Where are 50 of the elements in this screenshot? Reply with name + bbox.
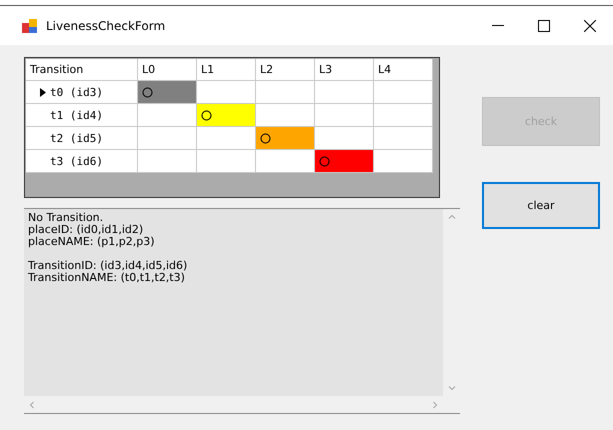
- grid-cell[interactable]: [197, 104, 256, 127]
- maximize-icon: [538, 20, 550, 32]
- grid-cell[interactable]: [256, 104, 315, 127]
- grid-cell[interactable]: [256, 127, 315, 150]
- row-header[interactable]: t3 (id6): [26, 150, 138, 173]
- grid-cell[interactable]: [138, 104, 197, 127]
- output-line: placeNAME: (p1,p2,p3): [28, 236, 156, 248]
- column-header[interactable]: L0: [138, 59, 197, 81]
- output-line: TransitionNAME: (t0,t1,t2,t3): [28, 272, 186, 284]
- grid-cell[interactable]: [256, 150, 315, 173]
- grid-cell[interactable]: [138, 150, 197, 173]
- minimize-icon: [492, 24, 504, 26]
- circle-icon: [319, 156, 330, 166]
- output-line: No Transition.: [28, 212, 104, 224]
- row-header[interactable]: t1 (id4): [26, 104, 138, 127]
- output-text-box[interactable]: No Transition. placeID: (id0,id1,id2) placeNAME: (p1,p2,p3) TransitionID: (id3,id4,id5,id6) TransitionNAME: (t0,t1,t2,t3): [24, 208, 460, 414]
- row-header[interactable]: t0 (id3): [26, 81, 138, 104]
- grid-cell[interactable]: [315, 81, 374, 104]
- scroll-left-icon[interactable]: [28, 400, 36, 408]
- row-header[interactable]: t2 (id5): [26, 127, 138, 150]
- grid-cell[interactable]: [138, 81, 197, 104]
- close-icon: [584, 20, 596, 32]
- window-title: LivenessCheckForm: [46, 18, 166, 32]
- output-line: TransitionID: (id3,id4,id5,id6): [28, 260, 188, 272]
- circle-icon: [142, 86, 153, 98]
- circle-icon: [201, 110, 212, 120]
- action-button[interactable]: clear: [482, 182, 600, 229]
- column-header[interactable]: Transition: [26, 59, 138, 81]
- scroll-up-icon[interactable]: [448, 213, 456, 221]
- grid-cell[interactable]: [374, 150, 433, 173]
- grid-cell[interactable]: [256, 81, 315, 104]
- column-header[interactable]: L4: [374, 59, 433, 81]
- grid-cell[interactable]: [197, 127, 256, 150]
- app-icon: [22, 18, 38, 34]
- column-header[interactable]: L3: [315, 59, 374, 81]
- grid-cell[interactable]: [197, 150, 256, 173]
- grid-cell[interactable]: [374, 81, 433, 104]
- grid-cell[interactable]: [315, 104, 374, 127]
- grid-cell[interactable]: [374, 104, 433, 127]
- scroll-down-icon[interactable]: [448, 384, 456, 392]
- grid-cell[interactable]: [374, 127, 433, 150]
- circle-icon: [260, 132, 271, 144]
- column-header[interactable]: L1: [197, 59, 256, 81]
- grid-cell[interactable]: [138, 127, 197, 150]
- grid-cell[interactable]: [315, 150, 374, 173]
- column-header[interactable]: L2: [256, 59, 315, 81]
- output-line: placeID: (id0,id1,id2): [28, 224, 144, 236]
- grid-cell[interactable]: [315, 127, 374, 150]
- grid-cell[interactable]: [197, 81, 256, 104]
- scroll-right-icon[interactable]: [431, 400, 439, 408]
